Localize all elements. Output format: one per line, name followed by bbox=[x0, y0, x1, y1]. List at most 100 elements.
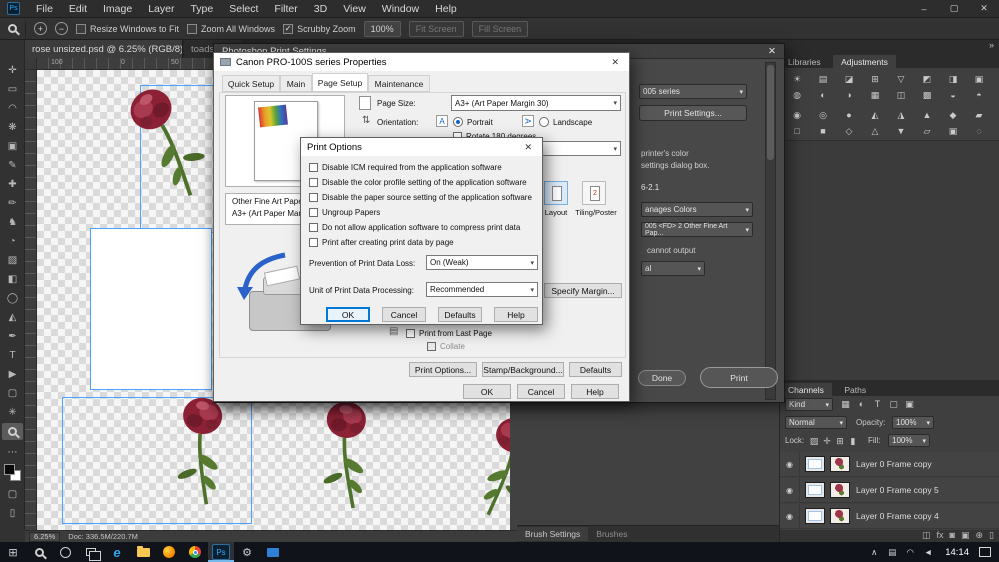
start-button[interactable]: ⊞ bbox=[0, 542, 26, 562]
adjustment-icon[interactable]: ◑ bbox=[838, 88, 860, 102]
disable-icm-checkbox[interactable]: Disable ICM required from the applicatio… bbox=[309, 163, 502, 172]
hand-tool[interactable]: ✳ bbox=[2, 404, 23, 421]
adjustment-icon[interactable]: △ bbox=[864, 124, 886, 138]
eyedropper-tool[interactable]: ✎ bbox=[2, 157, 23, 174]
adjustment-icon[interactable]: ◎ bbox=[812, 108, 834, 122]
filter-type-layers-icon[interactable]: T bbox=[870, 397, 885, 411]
path-selection-tool[interactable]: ▶ bbox=[2, 366, 23, 383]
adjustment-icon[interactable]: ▰ bbox=[968, 108, 990, 122]
layer-name[interactable]: Layer 0 Frame copy 5 bbox=[856, 485, 939, 495]
checkbox-checked-icon[interactable]: ✓ bbox=[283, 23, 294, 34]
color-swatches[interactable] bbox=[4, 464, 21, 481]
gradient-tool[interactable]: ◧ bbox=[2, 271, 23, 288]
layer-visibility-eye-icon[interactable]: ◉ bbox=[780, 503, 800, 529]
layer-row[interactable]: ◉ Layer 0 Frame copy 4 bbox=[780, 503, 999, 529]
tab-page-setup[interactable]: Page Setup bbox=[312, 73, 368, 92]
zoom-100-button[interactable]: 100% bbox=[363, 20, 401, 37]
fit-screen-button[interactable]: Fit Screen bbox=[408, 20, 464, 37]
adjustment-icon[interactable]: ▦ bbox=[864, 88, 886, 102]
tab-quick-setup[interactable]: Quick Setup bbox=[222, 75, 280, 92]
brush-tool[interactable]: ✏ bbox=[2, 195, 23, 212]
menu-image[interactable]: Image bbox=[95, 0, 140, 18]
layer-row[interactable]: ◉ Layer 0 Frame copy bbox=[780, 451, 999, 477]
display-app-button[interactable] bbox=[260, 542, 286, 562]
new-layer-icon[interactable]: ⊕ bbox=[976, 530, 984, 542]
menu-select[interactable]: Select bbox=[221, 0, 266, 18]
lock-artboard-icon[interactable]: ⊞ bbox=[834, 434, 846, 448]
layer-mask-icon[interactable]: ◙ bbox=[950, 530, 955, 542]
checkbox-icon[interactable] bbox=[406, 329, 415, 338]
filter-pixel-layers-icon[interactable]: ▦ bbox=[838, 397, 853, 411]
unit-select[interactable]: Recommended ▾ bbox=[426, 282, 538, 297]
zoom-level-field[interactable]: 6.25% bbox=[29, 531, 61, 542]
firefox-button[interactable] bbox=[156, 542, 182, 562]
adjustment-icon[interactable]: ◩ bbox=[916, 72, 938, 86]
dialog-title-bar[interactable]: Canon PRO-100S series Properties ✕ bbox=[214, 53, 629, 71]
zoom-all-windows-checkbox[interactable]: Zoom All Windows bbox=[187, 23, 275, 34]
tray-network-icon[interactable]: ▤ bbox=[883, 542, 901, 562]
adjustment-icon[interactable]: ◍ bbox=[786, 88, 808, 102]
ungroup-papers-checkbox[interactable]: Ungroup Papers bbox=[309, 208, 380, 217]
tab-channels[interactable]: Channels bbox=[780, 383, 832, 397]
print-last-page-checkbox[interactable]: Print from Last Page bbox=[406, 329, 492, 338]
print-button[interactable]: Print bbox=[700, 367, 778, 388]
printer-profile-select[interactable]: 005 <FD> 2 Other Fine Art Pap... ▾ bbox=[641, 222, 753, 237]
menu-help[interactable]: Help bbox=[427, 0, 465, 18]
healing-brush-tool[interactable]: ✚ bbox=[2, 176, 23, 193]
opacity-value[interactable]: 100% ▾ bbox=[892, 416, 934, 429]
help-button[interactable]: Help bbox=[571, 384, 619, 399]
quick-mask-button[interactable]: ▢ bbox=[2, 486, 23, 503]
adjustment-layer-icon[interactable]: ▣ bbox=[961, 530, 970, 542]
radio-icon[interactable] bbox=[539, 117, 549, 127]
layer-image-thumbnail[interactable] bbox=[830, 482, 850, 498]
layer-frame-thumbnail[interactable] bbox=[805, 456, 825, 472]
menu-layer[interactable]: Layer bbox=[140, 0, 182, 18]
notification-center-icon[interactable] bbox=[979, 547, 991, 557]
adjustment-icon[interactable]: ◒ bbox=[942, 88, 964, 102]
filter-shape-layers-icon[interactable]: ▢ bbox=[886, 397, 901, 411]
zoom-out-icon[interactable]: − bbox=[55, 22, 68, 35]
blend-mode-select[interactable]: Normal ▾ bbox=[785, 416, 847, 429]
adjustment-icon[interactable]: ▲ bbox=[916, 108, 938, 122]
scrubby-zoom-checkbox[interactable]: ✓ Scrubby Zoom bbox=[283, 23, 356, 34]
layer-effects-icon[interactable]: fx bbox=[937, 530, 944, 542]
help-button[interactable]: Help bbox=[494, 307, 538, 322]
menu-filter[interactable]: Filter bbox=[266, 0, 305, 18]
layer-frame-thumbnail[interactable] bbox=[805, 508, 825, 524]
layout-tile-selected[interactable] bbox=[544, 181, 568, 205]
tab-brushes[interactable]: Brushes bbox=[588, 527, 635, 541]
rendering-intent-select[interactable]: al ▾ bbox=[641, 261, 705, 276]
adjustment-icon[interactable]: ⊞ bbox=[864, 72, 886, 86]
menu-type[interactable]: Type bbox=[182, 0, 221, 18]
checkbox-icon[interactable] bbox=[309, 163, 318, 172]
adjustment-icon[interactable]: ▣ bbox=[942, 124, 964, 138]
dodge-tool[interactable]: ◭ bbox=[2, 309, 23, 326]
collate-checkbox[interactable]: Collate bbox=[427, 342, 465, 351]
adjustment-icon[interactable]: ◨ bbox=[942, 72, 964, 86]
screen-mode-button[interactable]: ▯ bbox=[2, 505, 23, 522]
radio-selected-icon[interactable] bbox=[453, 117, 463, 127]
settings-button[interactable]: ⚙ bbox=[234, 542, 260, 562]
checkbox-icon[interactable] bbox=[76, 23, 86, 34]
checkbox-icon[interactable] bbox=[309, 178, 318, 187]
menu-3d[interactable]: 3D bbox=[306, 0, 335, 18]
shape-tool[interactable]: ▢ bbox=[2, 385, 23, 402]
no-compress-checkbox[interactable]: Do not allow application software to com… bbox=[309, 223, 520, 232]
delete-layer-icon[interactable]: ▯ bbox=[989, 530, 994, 542]
adjustment-icon[interactable]: ● bbox=[838, 108, 860, 122]
adjustment-icon[interactable]: ▣ bbox=[968, 72, 990, 86]
color-handling-select[interactable]: anages Colors ▾ bbox=[641, 202, 753, 217]
link-layers-icon[interactable]: ◫ bbox=[922, 530, 931, 542]
close-icon[interactable]: ✕ bbox=[607, 57, 623, 68]
layer-name[interactable]: Layer 0 Frame copy bbox=[856, 459, 932, 469]
layer-image-thumbnail[interactable] bbox=[830, 456, 850, 472]
layer-visibility-eye-icon[interactable]: ◉ bbox=[780, 477, 800, 503]
filter-smart-objects-icon[interactable]: ▣ bbox=[902, 397, 917, 411]
adjustment-icon[interactable]: ◇ bbox=[838, 124, 860, 138]
ok-button[interactable]: OK bbox=[326, 307, 370, 322]
resize-windows-checkbox[interactable]: Resize Windows to Fit bbox=[76, 23, 179, 34]
cortana-button[interactable] bbox=[52, 542, 78, 562]
tray-volume-icon[interactable]: ◄ bbox=[919, 542, 937, 562]
dialog-scrollbar[interactable] bbox=[765, 62, 776, 400]
print-options-button[interactable]: Print Options... bbox=[409, 362, 477, 377]
